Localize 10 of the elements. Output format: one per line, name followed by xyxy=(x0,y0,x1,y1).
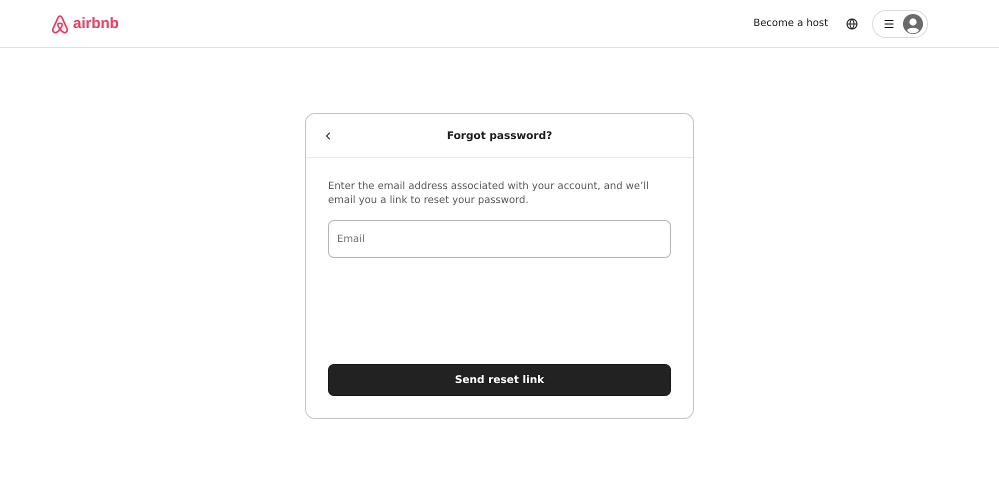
user-menu-button[interactable] xyxy=(872,10,928,38)
instructions-text: Enter the email address associated with your account, and we’ll email you a link to reset your password. xyxy=(328,180,650,208)
email-field[interactable]: Email xyxy=(328,220,671,258)
logo[interactable]: airbnb xyxy=(51,14,119,34)
send-reset-link-button[interactable]: Send reset link xyxy=(328,364,671,396)
avatar-icon xyxy=(903,14,923,34)
become-host-link[interactable]: Become a host xyxy=(749,12,832,35)
logo-icon xyxy=(51,14,69,34)
menu-icon xyxy=(883,18,895,30)
dialog-title: Forgot password? xyxy=(446,130,554,142)
